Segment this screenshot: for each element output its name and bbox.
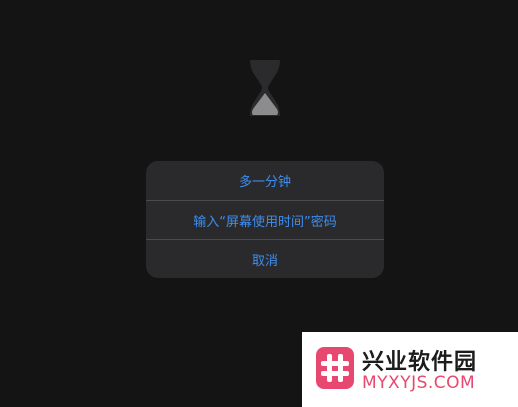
one-more-minute-button[interactable]: 多一分钟 (146, 161, 384, 200)
screen-time-alert: 多一分钟 输入“屏幕使用时间”密码 取消 (146, 161, 384, 278)
cancel-button[interactable]: 取消 (146, 239, 384, 278)
hourglass-icon (250, 60, 280, 116)
watermark: 兴业软件园 MYXYJS.COM (302, 332, 518, 407)
hash-logo-icon (316, 347, 354, 389)
watermark-site-url: MYXYJS.COM (362, 373, 476, 393)
watermark-site-name: 兴业软件园 (362, 350, 478, 375)
enter-passcode-button[interactable]: 输入“屏幕使用时间”密码 (146, 200, 384, 239)
